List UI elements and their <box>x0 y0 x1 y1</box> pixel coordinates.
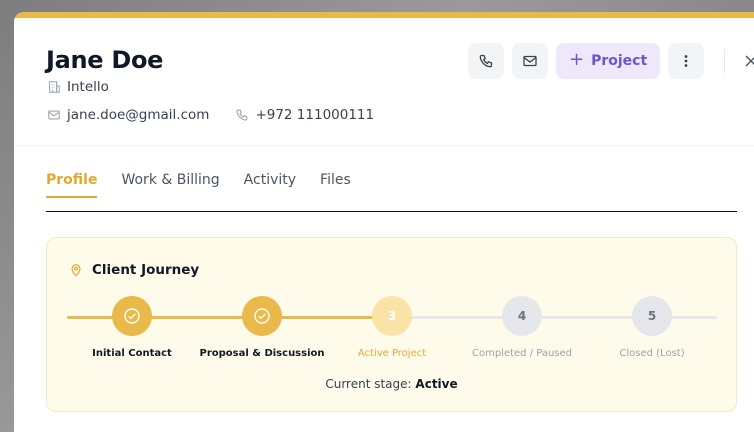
company-row: Intello <box>47 79 109 95</box>
drawer-accent-bar <box>14 12 754 18</box>
step-3-circle: 3 <box>372 296 412 336</box>
client-journey-card: Client Journey 3 4 5 Initial Contact Pro… <box>46 237 737 412</box>
tab-profile[interactable]: Profile <box>46 172 98 198</box>
mail-icon <box>47 108 61 122</box>
actions-divider <box>724 49 726 73</box>
header-actions: + Project <box>468 43 754 79</box>
plus-icon: + <box>569 49 585 70</box>
tab-activity[interactable]: Activity <box>244 172 296 198</box>
contact-name: Jane Doe <box>46 46 164 74</box>
current-stage: Current stage: Active <box>47 377 736 391</box>
step-3-label: Active Project <box>357 348 427 359</box>
check-circle-icon <box>254 308 270 324</box>
more-options-button[interactable] <box>668 43 705 79</box>
phone-icon <box>235 108 249 122</box>
building-icon <box>47 80 61 94</box>
more-vertical-icon <box>684 55 688 67</box>
add-project-label: Project <box>591 53 648 69</box>
tab-bar: Profile Work & Billing Activity Files <box>46 172 351 198</box>
mail-icon <box>523 55 537 67</box>
contact-phone[interactable]: +972 111000111 <box>255 107 374 123</box>
step-1-circle <box>112 296 152 336</box>
tab-work-billing[interactable]: Work & Billing <box>121 172 219 198</box>
close-icon <box>745 55 754 67</box>
step-1-label: Initial Contact <box>92 348 172 359</box>
header-divider <box>14 145 754 146</box>
journey-header: Client Journey <box>69 262 199 278</box>
contact-email[interactable]: jane.doe@gmail.com <box>67 107 209 123</box>
tab-files[interactable]: Files <box>320 172 351 198</box>
step-4-label: Completed / Paused <box>471 348 573 359</box>
current-stage-prefix: Current stage: <box>325 377 412 391</box>
contact-drawer: Jane Doe Intello jane.doe@gmail.com +972… <box>14 12 754 432</box>
close-button[interactable] <box>739 49 754 73</box>
step-5-circle: 5 <box>632 296 672 336</box>
contact-details: jane.doe@gmail.com +972 111000111 <box>47 107 374 123</box>
step-2-circle <box>242 296 282 336</box>
journey-title: Client Journey <box>92 262 200 278</box>
tabs-underline <box>46 211 737 212</box>
step-4-circle: 4 <box>502 296 542 336</box>
phone-icon <box>479 54 493 68</box>
company-name: Intello <box>67 79 109 95</box>
location-pin-icon <box>71 264 81 277</box>
current-stage-value: Active <box>415 377 458 391</box>
email-button[interactable] <box>512 43 548 79</box>
step-5-label: Closed (Lost) <box>619 348 685 359</box>
add-project-button[interactable]: + Project <box>556 43 661 79</box>
check-circle-icon <box>124 308 140 324</box>
call-button[interactable] <box>468 43 504 79</box>
step-2-label: Proposal & Discussion <box>199 348 325 359</box>
